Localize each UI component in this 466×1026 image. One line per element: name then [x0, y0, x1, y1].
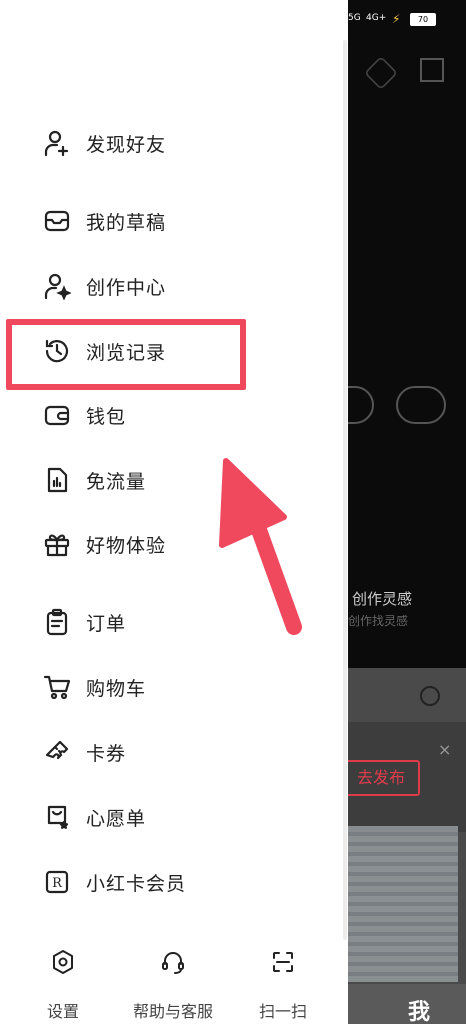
- scan-button[interactable]: 扫一扫: [228, 940, 338, 1022]
- drawer-scrollbar[interactable]: [343, 40, 347, 940]
- wallet-icon: [42, 400, 72, 430]
- menu-item-label: 钱包: [86, 405, 127, 428]
- wishlist-icon: [42, 802, 72, 832]
- menu-item-product-trial[interactable]: 好物体验: [42, 526, 166, 562]
- menu-item-label: 好物体验: [86, 534, 167, 557]
- menu-item-drafts[interactable]: 我的草稿: [42, 203, 166, 239]
- background-settings-pill: [396, 386, 446, 424]
- menu-item-label: 发现好友: [86, 133, 167, 156]
- scan-icon: [269, 948, 297, 976]
- menu-item-label: 心愿单: [86, 807, 147, 830]
- headset-icon: [159, 948, 187, 976]
- menu-item-label: 创作中心: [86, 276, 167, 299]
- clipboard-icon: [42, 607, 72, 637]
- menu-item-wishlist[interactable]: 心愿单: [42, 799, 146, 835]
- background-inspire-subtext: 创作找灵感: [348, 614, 409, 628]
- menu-item-wallet[interactable]: 钱包: [42, 397, 126, 433]
- menu-item-coupons[interactable]: 卡券: [42, 734, 126, 770]
- red-card-icon: R: [42, 867, 72, 897]
- cart-icon: [42, 672, 72, 702]
- status-bar: 5G 4G+ ⚡ 70: [340, 10, 466, 30]
- settings-label: 设置: [46, 1002, 79, 1021]
- background-inspire-text: 创作灵感: [352, 590, 413, 608]
- menu-item-free-data[interactable]: 免流量: [42, 462, 146, 498]
- menu-item-label: 免流量: [86, 470, 147, 493]
- help-support-label: 帮助与客服: [132, 1002, 213, 1021]
- help-support-button[interactable]: 帮助与客服: [118, 940, 228, 1022]
- free-data-icon: [42, 465, 72, 495]
- menu-item-label: 卡券: [86, 742, 127, 765]
- menu-item-label: 我的草稿: [86, 211, 167, 234]
- coupon-icon: [42, 737, 72, 767]
- network-indicator: 5G: [348, 13, 361, 23]
- background-share-icon: [420, 58, 444, 82]
- red-card-letter: R: [52, 876, 63, 891]
- background-tab-me: 我: [408, 1000, 431, 1025]
- background-close-icon: ×: [438, 740, 452, 759]
- menu-item-red-card-membership[interactable]: R 小红卡会员: [42, 864, 186, 900]
- menu-item-label: 小红卡会员: [86, 872, 187, 895]
- settings-icon: [49, 948, 77, 976]
- charging-icon: ⚡: [392, 12, 401, 26]
- background-search-icon: [420, 686, 440, 706]
- background-note-image: [348, 826, 458, 982]
- menu-item-label: 购物车: [86, 677, 147, 700]
- scan-label: 扫一扫: [258, 1002, 307, 1021]
- annotation-arrow-icon: [219, 458, 302, 635]
- network-indicator-2: 4G+: [366, 13, 387, 23]
- menu-item-cart[interactable]: 购物车: [42, 669, 146, 705]
- drafts-box-icon: [42, 206, 72, 236]
- add-friend-icon: [42, 128, 72, 158]
- gift-icon: [42, 529, 72, 559]
- menu-item-creator-center[interactable]: 创作中心: [42, 268, 166, 304]
- menu-item-label: 订单: [86, 612, 127, 635]
- settings-button[interactable]: 设置: [8, 940, 118, 1022]
- background-profile-area: [348, 0, 466, 668]
- background-publish-button: 去发布: [342, 760, 420, 796]
- menu-item-orders[interactable]: 订单: [42, 604, 126, 640]
- drawer-bottom-bar: 设置 帮助与客服 扫一扫: [0, 940, 348, 1024]
- creator-center-icon: [42, 271, 72, 301]
- menu-item-find-friends[interactable]: 发现好友: [42, 125, 166, 161]
- highlight-box: [6, 319, 246, 390]
- battery-indicator: 70: [410, 13, 436, 26]
- background-tabbar: [348, 984, 466, 1024]
